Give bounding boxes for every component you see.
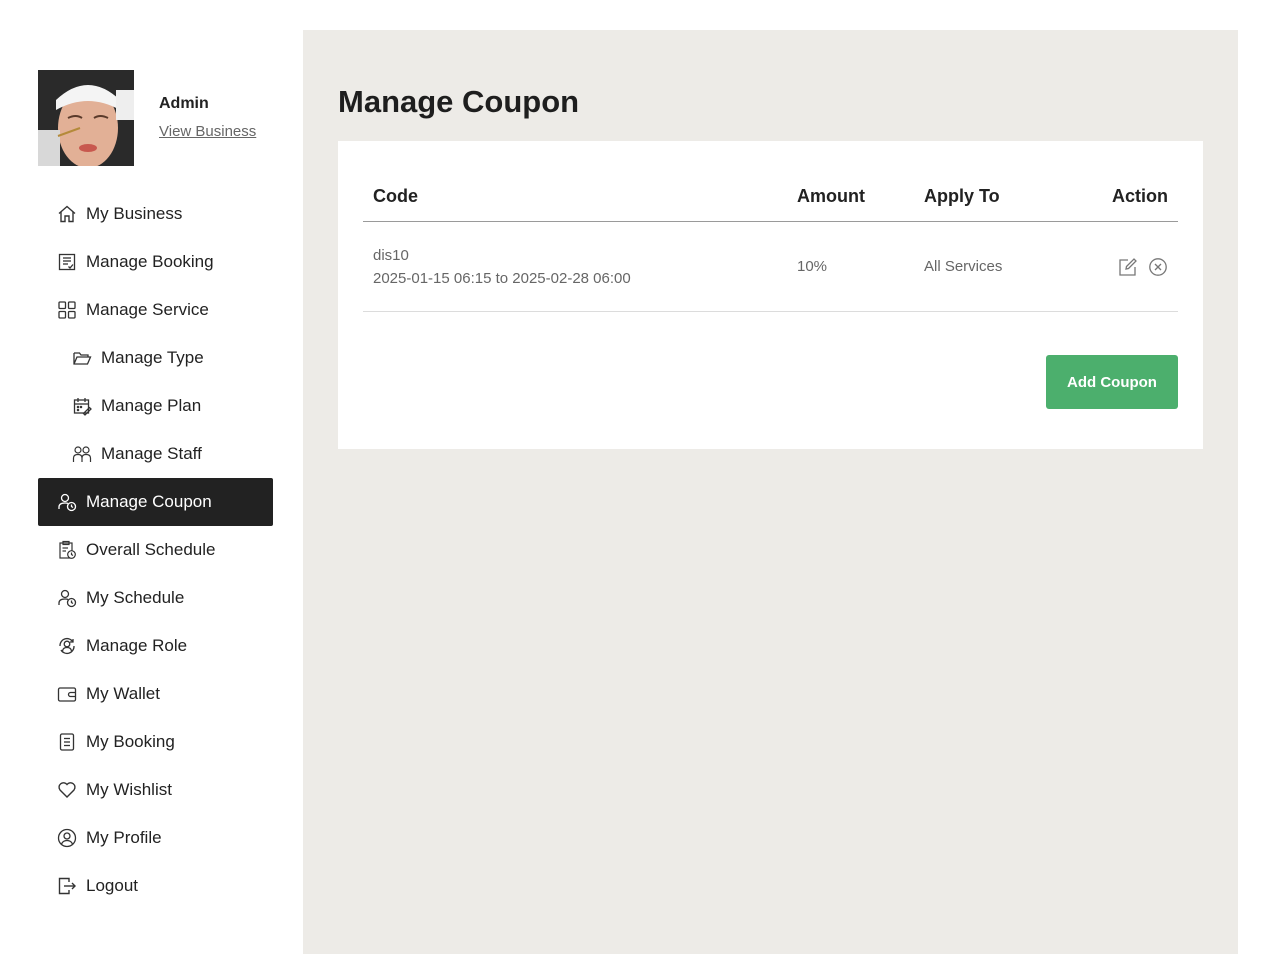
sidebar-item-label: Manage Plan [101,396,202,415]
sidebar-item-manage-plan[interactable]: Manage Plan [38,382,273,430]
sidebar-item-manage-coupon[interactable]: Manage Coupon [38,478,273,526]
sidebar: Admin View Business My Business Manage B… [38,70,273,910]
document-list-icon [57,732,77,752]
header-code: Code [373,185,418,206]
sidebar-item-label: My Wishlist [86,780,172,799]
header-apply-to: Apply To [924,185,1000,206]
user-circle-icon [57,828,77,848]
wallet-icon [57,684,77,704]
main-content: Manage Coupon Code Amount Apply To Actio… [303,30,1238,954]
sidebar-item-label: My Profile [86,828,162,847]
heart-icon [57,780,77,800]
sidebar-item-manage-type[interactable]: Manage Type [38,334,273,382]
sidebar-item-overall-schedule[interactable]: Overall Schedule [38,526,273,574]
sidebar-item-my-business[interactable]: My Business [38,190,273,238]
user-clock-icon [57,492,77,512]
sidebar-item-manage-role[interactable]: Manage Role [38,622,273,670]
folder-icon [72,348,92,368]
table-row: dis10 2025-01-15 06:15 to 2025-02-28 06:… [363,222,1178,312]
sidebar-item-label: My Schedule [86,588,185,607]
logout-icon [57,876,77,896]
table-header: Code Amount Apply To Action [363,171,1178,222]
sidebar-nav: My Business Manage Booking Manage Servic… [38,190,273,910]
clipboard-clock-icon [57,540,77,560]
view-business-link[interactable]: View Business [159,123,256,140]
delete-icon[interactable] [1148,257,1168,277]
grid-icon [57,300,77,320]
add-coupon-button[interactable]: Add Coupon [1046,355,1178,409]
coupon-card: Code Amount Apply To Action dis10 2025-0… [338,141,1203,449]
sidebar-item-my-profile[interactable]: My Profile [38,814,273,862]
edit-icon[interactable] [1118,257,1138,277]
user-clock-icon [57,588,77,608]
sidebar-item-label: Overall Schedule [86,540,216,559]
sidebar-item-label: Manage Service [86,300,209,319]
sidebar-item-my-schedule[interactable]: My Schedule [38,574,273,622]
coupon-table: Code Amount Apply To Action dis10 2025-0… [363,171,1178,312]
coupon-apply-to: All Services [924,258,1003,275]
sidebar-item-manage-staff[interactable]: Manage Staff [38,430,273,478]
page: Admin View Business My Business Manage B… [0,0,1272,973]
profile-card: Admin View Business [38,70,273,166]
header-amount: Amount [797,185,865,206]
sidebar-item-label: My Business [86,204,183,223]
sidebar-item-label: Manage Coupon [86,492,212,511]
profile-name: Admin [159,95,209,112]
sidebar-item-label: Manage Staff [101,444,202,463]
role-cycle-icon [57,636,77,656]
sidebar-item-my-booking[interactable]: My Booking [38,718,273,766]
header-action: Action [1112,185,1168,206]
sidebar-item-my-wishlist[interactable]: My Wishlist [38,766,273,814]
staff-icon [72,444,92,464]
coupon-actions [1084,257,1178,277]
sidebar-item-label: Manage Role [86,636,188,655]
profile-text: Admin View Business [159,95,256,141]
coupon-code: dis10 [373,246,409,264]
sidebar-item-manage-service[interactable]: Manage Service [38,286,273,334]
calendar-edit-icon [72,396,92,416]
sidebar-item-label: Manage Booking [86,252,214,271]
sidebar-item-logout[interactable]: Logout [38,862,273,910]
sidebar-item-label: My Booking [86,732,175,751]
sidebar-item-manage-booking[interactable]: Manage Booking [38,238,273,286]
sidebar-item-label: Manage Type [101,348,204,367]
coupon-amount: 10% [797,258,828,275]
sidebar-item-my-wallet[interactable]: My Wallet [38,670,273,718]
page-title: Manage Coupon [338,84,580,119]
avatar[interactable] [38,70,134,166]
booking-list-icon [57,252,77,272]
sidebar-item-label: Logout [86,876,138,895]
coupon-period: 2025-01-15 06:15 to 2025-02-28 06:00 [373,269,631,287]
sidebar-item-label: My Wallet [86,684,160,703]
home-icon [57,204,77,224]
coupon-code-cell: dis10 2025-01-15 06:15 to 2025-02-28 06:… [363,247,797,287]
